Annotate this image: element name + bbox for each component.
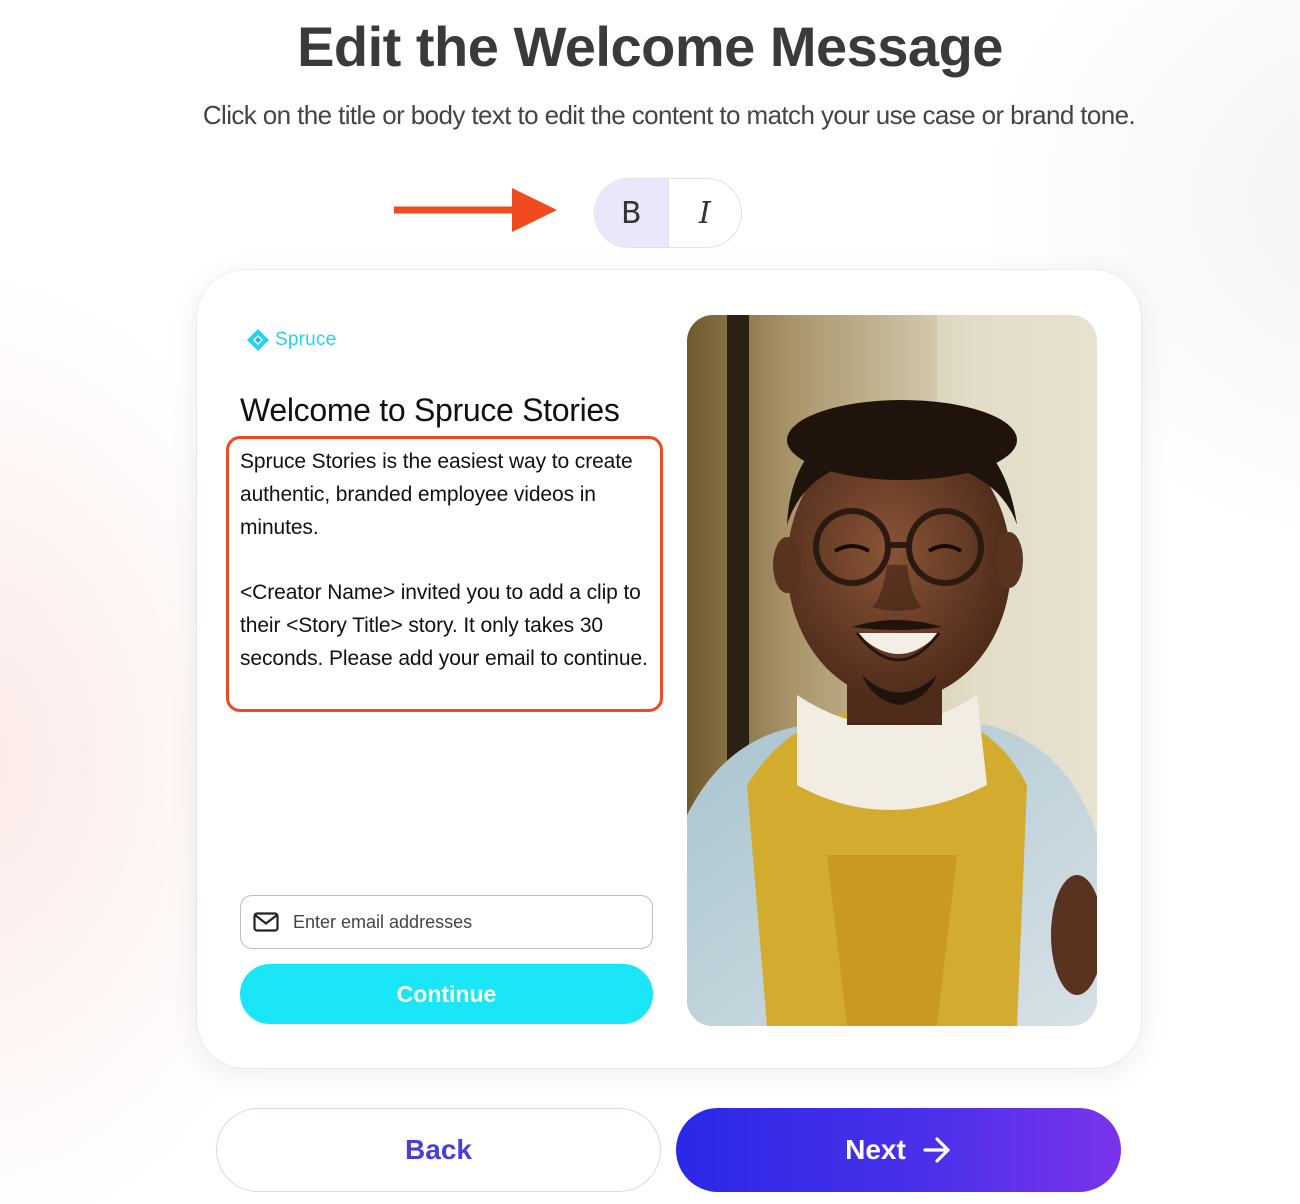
brand-logo: Spruce [246, 328, 336, 352]
annotation-arrow-icon [394, 188, 557, 232]
italic-button[interactable]: I [669, 179, 742, 247]
next-button-label: Next [845, 1134, 906, 1165]
presenter-photo [687, 315, 1097, 1026]
arrow-right-icon [923, 1137, 950, 1163]
italic-label: I [698, 195, 711, 231]
brand-name: Spruce [275, 329, 337, 350]
welcome-title[interactable]: Welcome to Spruce Stories [240, 392, 620, 429]
back-button[interactable]: Back [216, 1108, 661, 1192]
mail-icon [253, 912, 279, 932]
bold-label: B [620, 195, 642, 231]
next-button[interactable]: Next [676, 1108, 1121, 1192]
page-title: Edit the Welcome Message [297, 15, 1003, 78]
body-paragraph: <Creator Name> invited you to add a clip… [240, 581, 648, 670]
bold-button[interactable]: B [595, 179, 669, 247]
text-format-toolbar: B I [594, 178, 742, 248]
diamond-logo-icon [247, 329, 269, 351]
email-input[interactable] [293, 911, 623, 933]
email-field[interactable] [240, 895, 653, 949]
body-paragraph: Spruce Stories is the easiest way to cre… [240, 450, 633, 539]
page-subtitle: Click on the title or body text to edit … [202, 100, 1136, 130]
welcome-body-text[interactable]: Spruce Stories is the easiest way to cre… [240, 446, 658, 676]
continue-button[interactable]: Continue [240, 964, 653, 1024]
presenter-video-thumbnail[interactable] [687, 315, 1097, 1026]
